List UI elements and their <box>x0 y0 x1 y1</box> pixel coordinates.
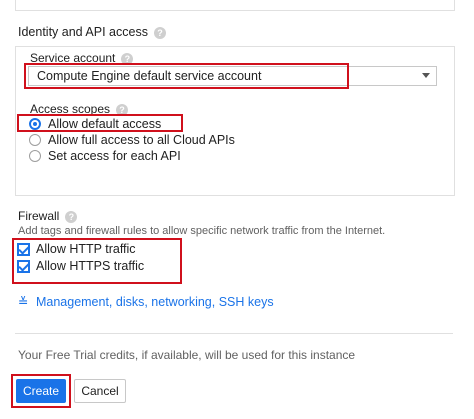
help-icon[interactable]: ? <box>153 26 166 39</box>
caret-down-icon <box>422 73 430 78</box>
management-disks-networking-link[interactable]: ≚ Management, disks, networking, SSH key… <box>18 294 274 309</box>
highlight-box-create <box>11 374 71 408</box>
previous-section-panel <box>15 0 455 11</box>
chevrons-down-icon: ≚ <box>18 295 29 309</box>
free-trial-note: Your Free Trial credits, if available, w… <box>18 348 356 362</box>
highlight-box-access-scope <box>17 114 183 132</box>
divider <box>15 333 453 334</box>
radio-unselected-icon[interactable] <box>29 150 41 162</box>
radio-unselected-icon[interactable] <box>29 134 41 146</box>
highlight-box-firewall <box>12 238 182 284</box>
cancel-button[interactable]: Cancel <box>74 379 126 403</box>
firewall-description: Add tags and firewall rules to allow spe… <box>18 225 386 237</box>
firewall-title: Firewall? <box>18 209 78 223</box>
identity-section-title: Identity and API access? <box>18 25 166 39</box>
highlight-box-service-account <box>24 63 349 89</box>
help-icon[interactable]: ? <box>65 210 78 223</box>
